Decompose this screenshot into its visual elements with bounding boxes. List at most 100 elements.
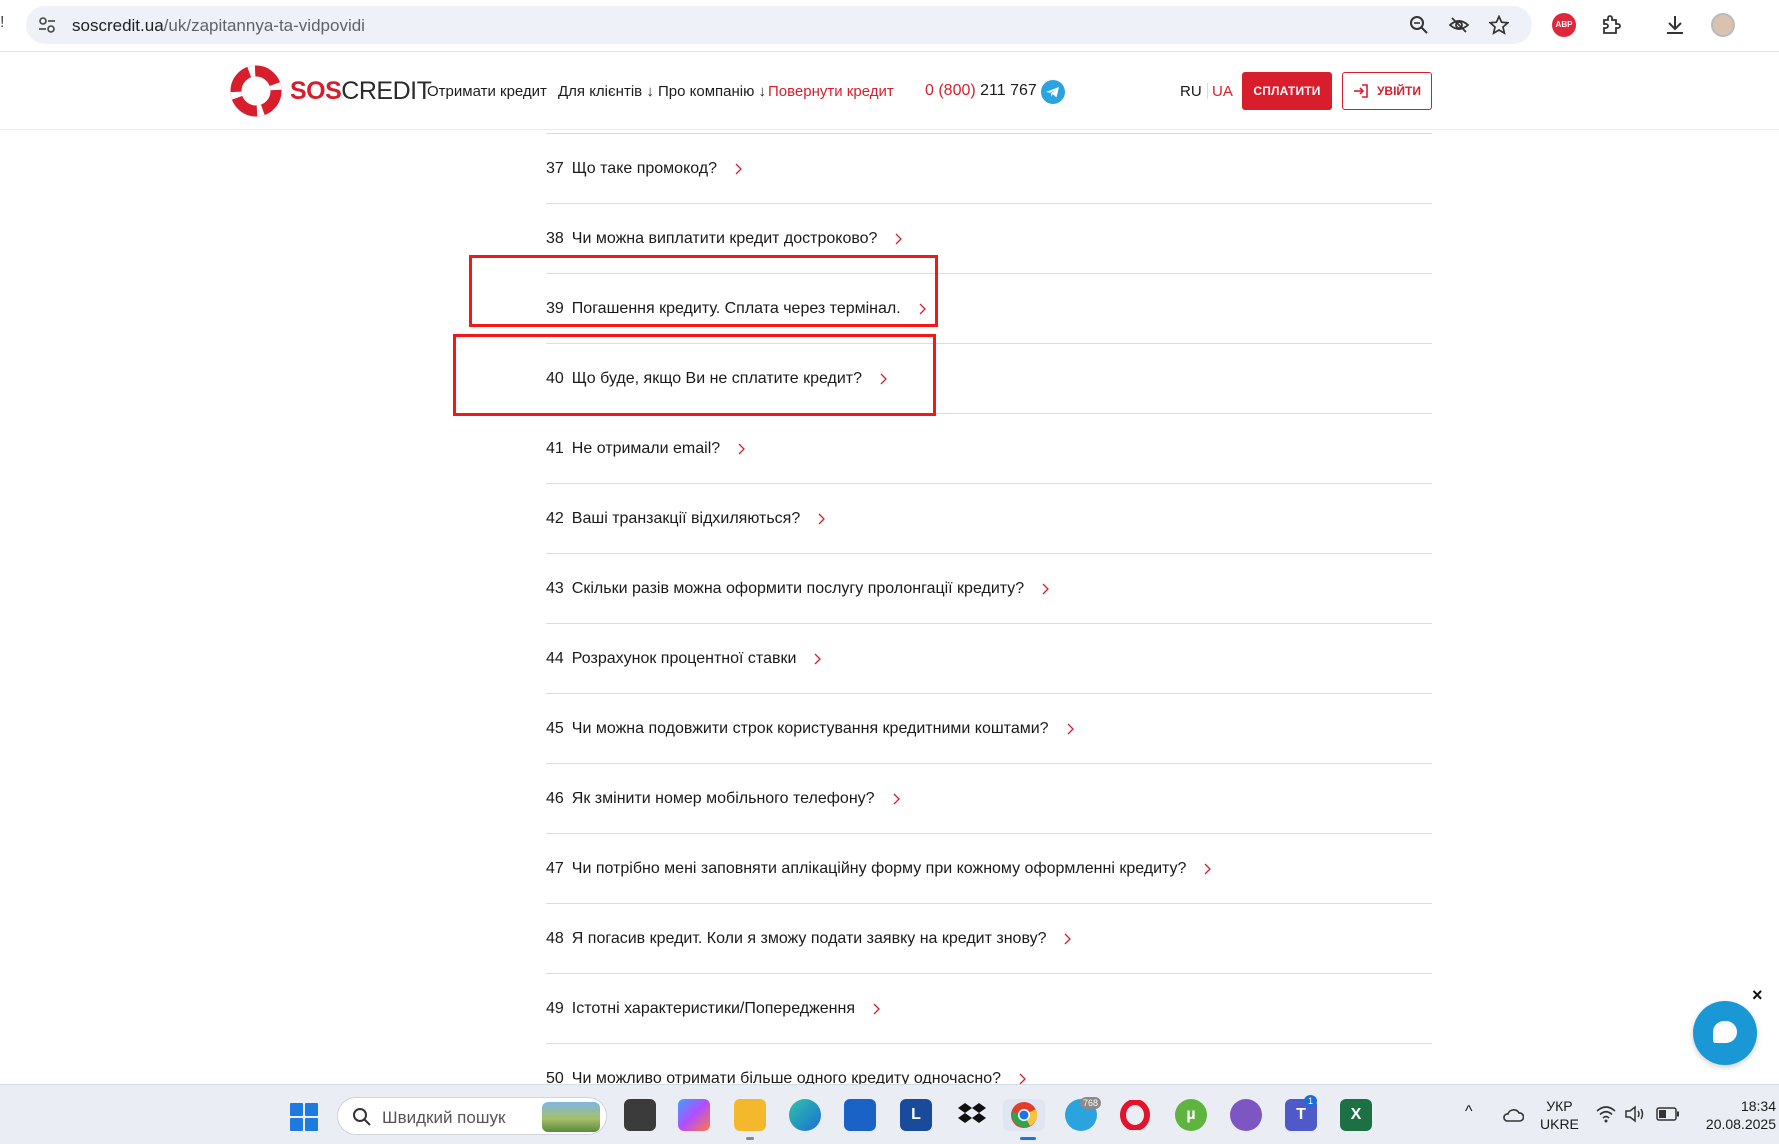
file-explorer-running-indicator: [746, 1137, 754, 1140]
faq-item[interactable]: 40 Що буде, якщо Ви не сплатите кредит?: [546, 344, 1432, 414]
faq-item[interactable]: 45 Чи можна подовжити строк користування …: [546, 694, 1432, 764]
nav-for-clients[interactable]: Для клієнтів ↓: [558, 83, 654, 100]
faq-item[interactable]: 41 Не отримали email?: [546, 414, 1432, 484]
taskbar-search-placeholder: Швидкий пошук: [382, 1108, 506, 1127]
faq-item[interactable]: 44 Розрахунок процентної ставки: [546, 624, 1432, 694]
opera-icon[interactable]: [1119, 1099, 1151, 1131]
logo-credit-text: CREDIT: [341, 76, 432, 105]
phone-prefix: 0 (800): [925, 82, 976, 99]
login-button[interactable]: УВІЙТИ: [1342, 72, 1432, 110]
onedrive-cloud-icon[interactable]: [1502, 1107, 1524, 1123]
edge-icon[interactable]: [789, 1099, 821, 1131]
faq-item[interactable]: 39 Погашення кредиту. Сплата через термін…: [546, 274, 1432, 344]
phone-main: 211 767: [980, 82, 1037, 99]
nav-get-credit[interactable]: Отримати кредит: [427, 83, 547, 100]
faq-item-question: Що буде, якщо Ви не сплатите кредит?: [571, 370, 863, 387]
extensions-puzzle-icon[interactable]: [1600, 13, 1624, 37]
nav-about-label: Про компанію: [658, 83, 755, 100]
soscredit-logo[interactable]: SOSCREDIT: [230, 64, 432, 118]
faq-item-number: 39: [546, 300, 564, 317]
adblock-plus-icon[interactable]: ABP: [1552, 13, 1576, 37]
tray-overflow-chevron-icon[interactable]: ^: [1465, 1103, 1473, 1121]
clock[interactable]: 18:34 20.08.2025: [1700, 1097, 1776, 1133]
search-icon: [353, 1108, 371, 1126]
faq-item-question: Чи можна виплатити кредит достроково?: [571, 230, 878, 247]
taskbar-search[interactable]: Швидкий пошук: [337, 1097, 607, 1135]
viber-icon[interactable]: [1230, 1099, 1262, 1131]
excel-icon[interactable]: X: [1340, 1099, 1372, 1131]
lang-ru-link[interactable]: RU: [1180, 83, 1202, 100]
download-icon[interactable]: [1663, 13, 1687, 37]
faq-item-question: Розрахунок процентної ставки: [571, 650, 797, 667]
url-text[interactable]: soscredit.ua/uk/zapitannya-ta-vidpovidi: [72, 16, 365, 36]
faq-item[interactable]: 47 Чи потрібно мені заповняти аплікаційну…: [546, 834, 1432, 904]
profile-avatar[interactable]: [1711, 13, 1735, 37]
faq-item-question: Як змінити номер мобільного телефону?: [571, 790, 875, 807]
chevron-right-icon: [1204, 863, 1212, 875]
phone-number[interactable]: 0 (800) 211 767: [925, 82, 1037, 100]
faq-item-number: 43: [546, 580, 564, 597]
faq-item-question: Не отримали email?: [571, 440, 721, 457]
lang-ua-link[interactable]: UA: [1212, 83, 1233, 100]
chevron-right-icon: [919, 303, 926, 315]
bookmark-star-icon[interactable]: [1489, 15, 1509, 35]
battery-icon[interactable]: [1656, 1107, 1680, 1121]
faq-item[interactable]: 37 Що таке промокод?: [546, 134, 1432, 204]
l-app-icon[interactable]: L: [900, 1099, 932, 1131]
input-language[interactable]: УКР UKRE: [1540, 1097, 1579, 1133]
faq-item-number: 49: [546, 1000, 564, 1017]
chevron-right-icon: [1065, 933, 1072, 945]
telegram-icon[interactable]: [1041, 80, 1065, 104]
faq-item[interactable]: 43 Скільки разів можна оформити послугу п…: [546, 554, 1432, 624]
windows-start-icon[interactable]: [290, 1103, 318, 1131]
chevron-right-icon: [814, 653, 822, 665]
chrome-active-tile[interactable]: [1003, 1099, 1045, 1131]
faq-item[interactable]: 46 Як змінити номер мобільного телефону?: [546, 764, 1432, 834]
windows-taskbar: Швидкий пошук L 768 µ T 1 X ^ УКР UKRE 1…: [0, 1084, 1779, 1144]
input-language-line1: УКР: [1546, 1098, 1573, 1114]
eye-off-icon[interactable]: [1449, 15, 1469, 35]
chevron-right-icon: [893, 793, 900, 805]
zoom-icon[interactable]: [1409, 15, 1429, 35]
copilot-icon[interactable]: [678, 1099, 710, 1131]
chrome-running-indicator: [1020, 1137, 1036, 1140]
faq-item-number: 42: [546, 510, 564, 527]
faq-item[interactable]: 49 Істотні характеристики/Попередження: [546, 974, 1432, 1044]
chat-close-icon[interactable]: ×: [1752, 985, 1763, 1006]
faq-item-question: Чи можна подовжити строк користування кр…: [571, 720, 1049, 737]
faq-item[interactable]: 38 Чи можна виплатити кредит достроково?: [546, 204, 1432, 274]
faq-item-question: Скільки разів можна оформити послугу про…: [571, 580, 1025, 597]
nav-return-credit[interactable]: Повернути кредит: [768, 83, 894, 100]
chevron-right-icon: [818, 513, 826, 525]
task-view-icon[interactable]: [624, 1099, 656, 1131]
search-highlight-image: [542, 1102, 600, 1132]
login-icon: [1353, 84, 1368, 98]
input-language-line2: UKRE: [1540, 1116, 1579, 1132]
chevron-right-icon: [1042, 583, 1050, 595]
clock-time: 18:34: [1740, 1098, 1776, 1114]
pay-button[interactable]: СПЛАТИТИ: [1242, 72, 1332, 110]
utorrent-icon[interactable]: µ: [1175, 1099, 1207, 1131]
chat-widget-button[interactable]: [1693, 1001, 1757, 1065]
site-settings-icon[interactable]: [38, 16, 56, 34]
faq-item[interactable]: 42 Ваші транзакції відхиляються?: [546, 484, 1432, 554]
url-host: soscredit.ua: [72, 16, 164, 35]
file-explorer-icon[interactable]: [734, 1099, 766, 1131]
faq-item-question: Що таке промокод?: [571, 160, 718, 177]
store-icon[interactable]: [844, 1099, 876, 1131]
faq-list: 37 Що таке промокод? 38 Чи можна виплатити …: [546, 133, 1432, 1114]
address-bar[interactable]: soscredit.ua/uk/zapitannya-ta-vidpovidi: [26, 6, 1532, 44]
nav-about[interactable]: Про компанію ↓: [658, 83, 766, 100]
site-header: SOSCREDIT Отримати кредит Для клієнтів ↓…: [0, 52, 1779, 130]
wifi-icon[interactable]: [1596, 1105, 1616, 1123]
faq-item[interactable]: 48 Я погасив кредит. Коли я зможу подати …: [546, 904, 1432, 974]
url-path: /uk/zapitannya-ta-vidpovidi: [163, 16, 365, 35]
faq-item-question: Я погасив кредит. Коли я зможу подати за…: [571, 930, 1047, 947]
faq-item-number: 45: [546, 720, 564, 737]
chevron-right-icon: [895, 233, 903, 245]
dropbox-icon[interactable]: [956, 1099, 988, 1131]
volume-icon[interactable]: [1624, 1105, 1646, 1123]
faq-item-question: Ваші транзакції відхиляються?: [571, 510, 801, 527]
browser-toolbar: ! soscredit.ua/uk/zapitannya-ta-vidpovid…: [0, 0, 1779, 52]
nav-for-clients-arrow-icon: ↓: [646, 83, 654, 100]
